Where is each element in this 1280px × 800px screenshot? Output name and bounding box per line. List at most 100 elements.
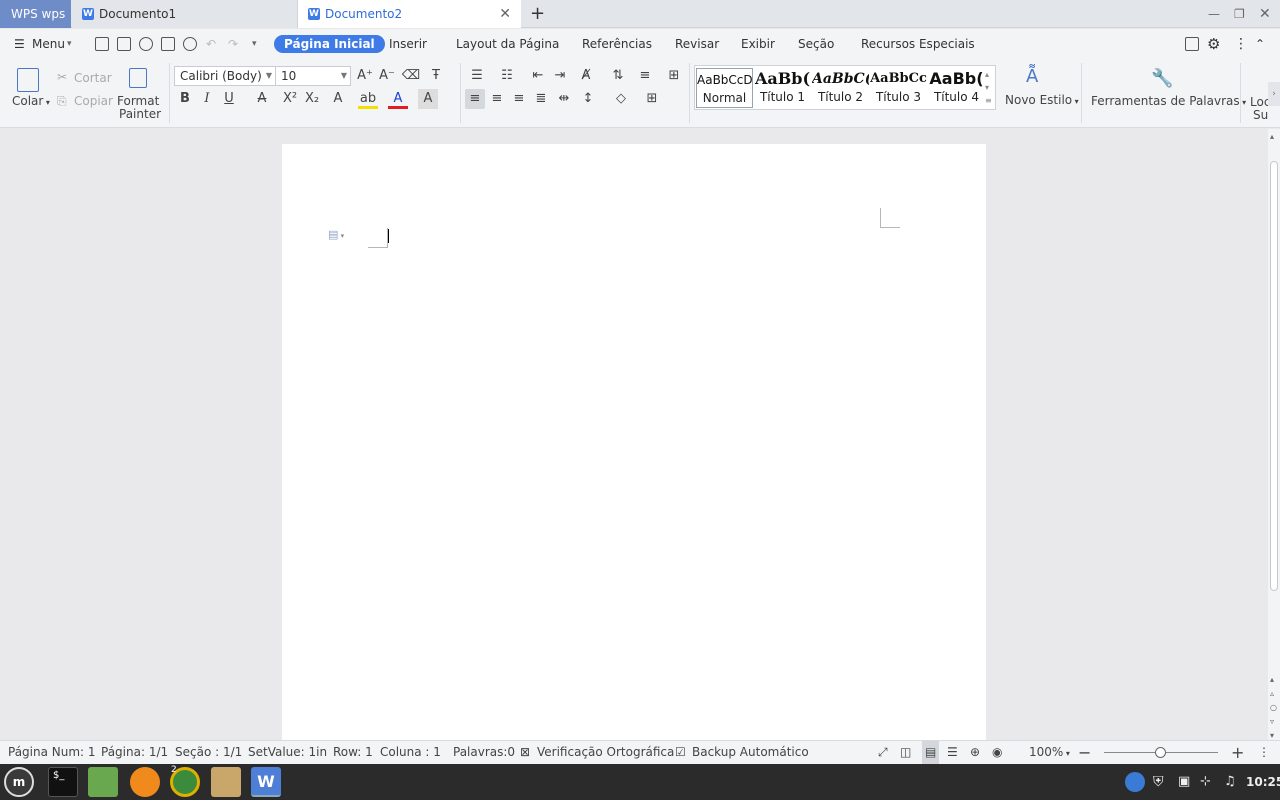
font-size-combo[interactable]: 10 ▼: [275, 66, 351, 86]
line-spacing-icon[interactable]: ↕: [578, 89, 598, 109]
decrease-indent-icon[interactable]: ⇤: [528, 66, 548, 86]
status-page[interactable]: Página: 1/1: [101, 741, 168, 764]
reading-view-icon[interactable]: ◫: [900, 741, 911, 764]
tab-inserir[interactable]: Inserir: [389, 29, 427, 59]
restore-icon[interactable]: ❐: [1234, 0, 1245, 28]
app-tab[interactable]: WPS wps: [0, 0, 71, 28]
close-tab-icon[interactable]: ✕: [499, 0, 511, 28]
ribbon-scroll-right-icon[interactable]: ›: [1268, 82, 1280, 106]
paragraph-menu-icon[interactable]: ▤ ▾: [328, 228, 344, 241]
status-column[interactable]: Coluna : 1: [380, 741, 441, 764]
status-page-num[interactable]: Página Num: 1: [8, 741, 96, 764]
minimize-icon[interactable]: —: [1208, 0, 1220, 28]
table-grid-icon[interactable]: ⊞: [664, 66, 684, 86]
styles-scroll-icon[interactable]: ▴ ▾ ≡: [985, 68, 992, 107]
zoom-in-icon[interactable]: +: [1231, 741, 1244, 764]
wrench-icon[interactable]: 🔧: [1151, 68, 1173, 89]
style-normal[interactable]: AaBbCcD Normal: [696, 68, 753, 108]
redo-icon[interactable]: ↷: [228, 29, 238, 59]
chevron-down-icon[interactable]: ▾: [67, 29, 72, 59]
print-icon[interactable]: [161, 37, 175, 51]
superscript-icon[interactable]: X²: [280, 89, 300, 109]
character-shading-icon[interactable]: A: [418, 89, 438, 109]
hamburger-icon[interactable]: ☰: [14, 29, 25, 59]
telegram-icon[interactable]: [1125, 772, 1145, 792]
customize-toolbar-icon[interactable]: ▾: [252, 29, 257, 59]
document-workspace[interactable]: ▤ ▾: [0, 129, 1268, 740]
sort-icon[interactable]: ⇅: [608, 66, 628, 86]
collapse-ribbon-icon[interactable]: ⌃: [1255, 29, 1265, 59]
network-icon[interactable]: ⊹: [1200, 764, 1211, 800]
new-style-button[interactable]: Novo Estilo ▾: [1005, 93, 1079, 107]
italic-icon[interactable]: I: [197, 89, 217, 109]
new-style-icon[interactable]: A͌: [1026, 66, 1038, 87]
format-painter-label-1[interactable]: Format: [117, 94, 159, 108]
borders-icon[interactable]: ⊞: [642, 89, 662, 109]
vertical-scrollbar[interactable]: ▴ ▴ ▵ ○ ▿ ▾: [1268, 129, 1280, 740]
clear-format-icon[interactable]: ⌫: [401, 66, 421, 86]
gear-icon[interactable]: ⚙: [1207, 29, 1220, 59]
tab-recursos-especiais[interactable]: Recursos Especiais: [861, 29, 975, 59]
grow-font-icon[interactable]: A⁺: [355, 66, 375, 86]
format-painter-icon[interactable]: [129, 68, 147, 88]
increase-indent-icon[interactable]: ⇥: [550, 66, 570, 86]
terminal-icon[interactable]: $_: [48, 767, 78, 797]
eye-protection-icon[interactable]: ◉: [992, 741, 1002, 764]
status-setvalue[interactable]: SetValue: 1in: [248, 741, 327, 764]
status-section[interactable]: Seção : 1/1: [175, 741, 242, 764]
zoom-out-icon[interactable]: −: [1078, 741, 1091, 764]
align-center-icon[interactable]: ≡: [487, 89, 507, 109]
strikethrough-icon[interactable]: A: [252, 89, 272, 109]
tab-documento1[interactable]: W Documento1: [72, 0, 298, 28]
highlight-icon[interactable]: ab: [358, 89, 378, 109]
more-status-icon[interactable]: ⋮: [1258, 741, 1270, 764]
page-view-icon[interactable]: ▤: [922, 741, 940, 764]
style-titulo-1[interactable]: AaBb( Título 1: [754, 68, 811, 108]
outline-view-icon[interactable]: ☰: [947, 741, 958, 764]
spellcheck-button[interactable]: Verificação Ortográfica: [537, 741, 674, 764]
format-paint-icon[interactable]: [139, 37, 153, 51]
save-icon[interactable]: [117, 37, 131, 51]
word-tools-button[interactable]: Ferramentas de Palavras ▾: [1091, 94, 1246, 108]
numbering-icon[interactable]: ☷: [497, 66, 517, 86]
tab-exibir[interactable]: Exibir: [741, 29, 775, 59]
font-color-icon[interactable]: A: [388, 89, 408, 109]
copy-icon[interactable]: ⎘: [57, 94, 67, 109]
scrollbar-thumb[interactable]: [1270, 161, 1278, 591]
backup-button[interactable]: Backup Automático: [692, 741, 809, 764]
distributed-icon[interactable]: ⇹: [554, 89, 574, 109]
print-preview-icon[interactable]: [183, 37, 197, 51]
scroll-up-icon[interactable]: ▴: [1270, 132, 1274, 141]
status-row[interactable]: Row: 1: [333, 741, 373, 764]
backup-icon[interactable]: ☑: [675, 741, 686, 764]
style-titulo-2[interactable]: AaBbC( Título 2: [812, 68, 869, 108]
bold-icon[interactable]: B: [175, 89, 195, 109]
cut-button[interactable]: Cortar: [74, 71, 112, 85]
fullscreen-icon[interactable]: ⤢: [878, 741, 888, 764]
close-window-icon[interactable]: ✕: [1259, 0, 1271, 28]
document-assistant-icon[interactable]: [1185, 37, 1199, 51]
style-titulo-4[interactable]: AaBb( Título 4: [928, 68, 985, 108]
bullets-icon[interactable]: ☰: [467, 66, 487, 86]
status-words[interactable]: Palavras:0: [453, 741, 515, 764]
firefox-icon[interactable]: [130, 767, 160, 797]
open-folder-icon[interactable]: [95, 37, 109, 51]
clock[interactable]: 10:25: [1246, 764, 1280, 800]
format-painter-label-2[interactable]: Painter: [119, 107, 161, 121]
archive-manager-icon[interactable]: [211, 767, 241, 797]
web-view-icon[interactable]: ⊕: [970, 741, 980, 764]
style-titulo-3[interactable]: AaBbCc Título 3: [870, 68, 927, 108]
font-name-combo[interactable]: Calibri (Body) ▼: [174, 66, 276, 86]
shield-icon[interactable]: ⛨: [1153, 764, 1164, 800]
paragraph-spacing-icon[interactable]: ≡: [635, 66, 655, 86]
text-direction-icon[interactable]: Ⱥ: [576, 66, 596, 86]
menu-button[interactable]: Menu: [32, 29, 65, 59]
underline-icon[interactable]: U: [219, 89, 239, 109]
find-replace-label-2[interactable]: Su: [1253, 108, 1268, 122]
tab-layout-da-pagina[interactable]: Layout da Página: [456, 29, 559, 59]
change-case-icon[interactable]: A: [328, 89, 348, 109]
justify-icon[interactable]: ≣: [531, 89, 551, 109]
copy-button[interactable]: Copiar: [74, 94, 113, 108]
paste-button[interactable]: Colar ▾: [12, 94, 50, 108]
mint-menu-icon[interactable]: m: [4, 767, 34, 797]
